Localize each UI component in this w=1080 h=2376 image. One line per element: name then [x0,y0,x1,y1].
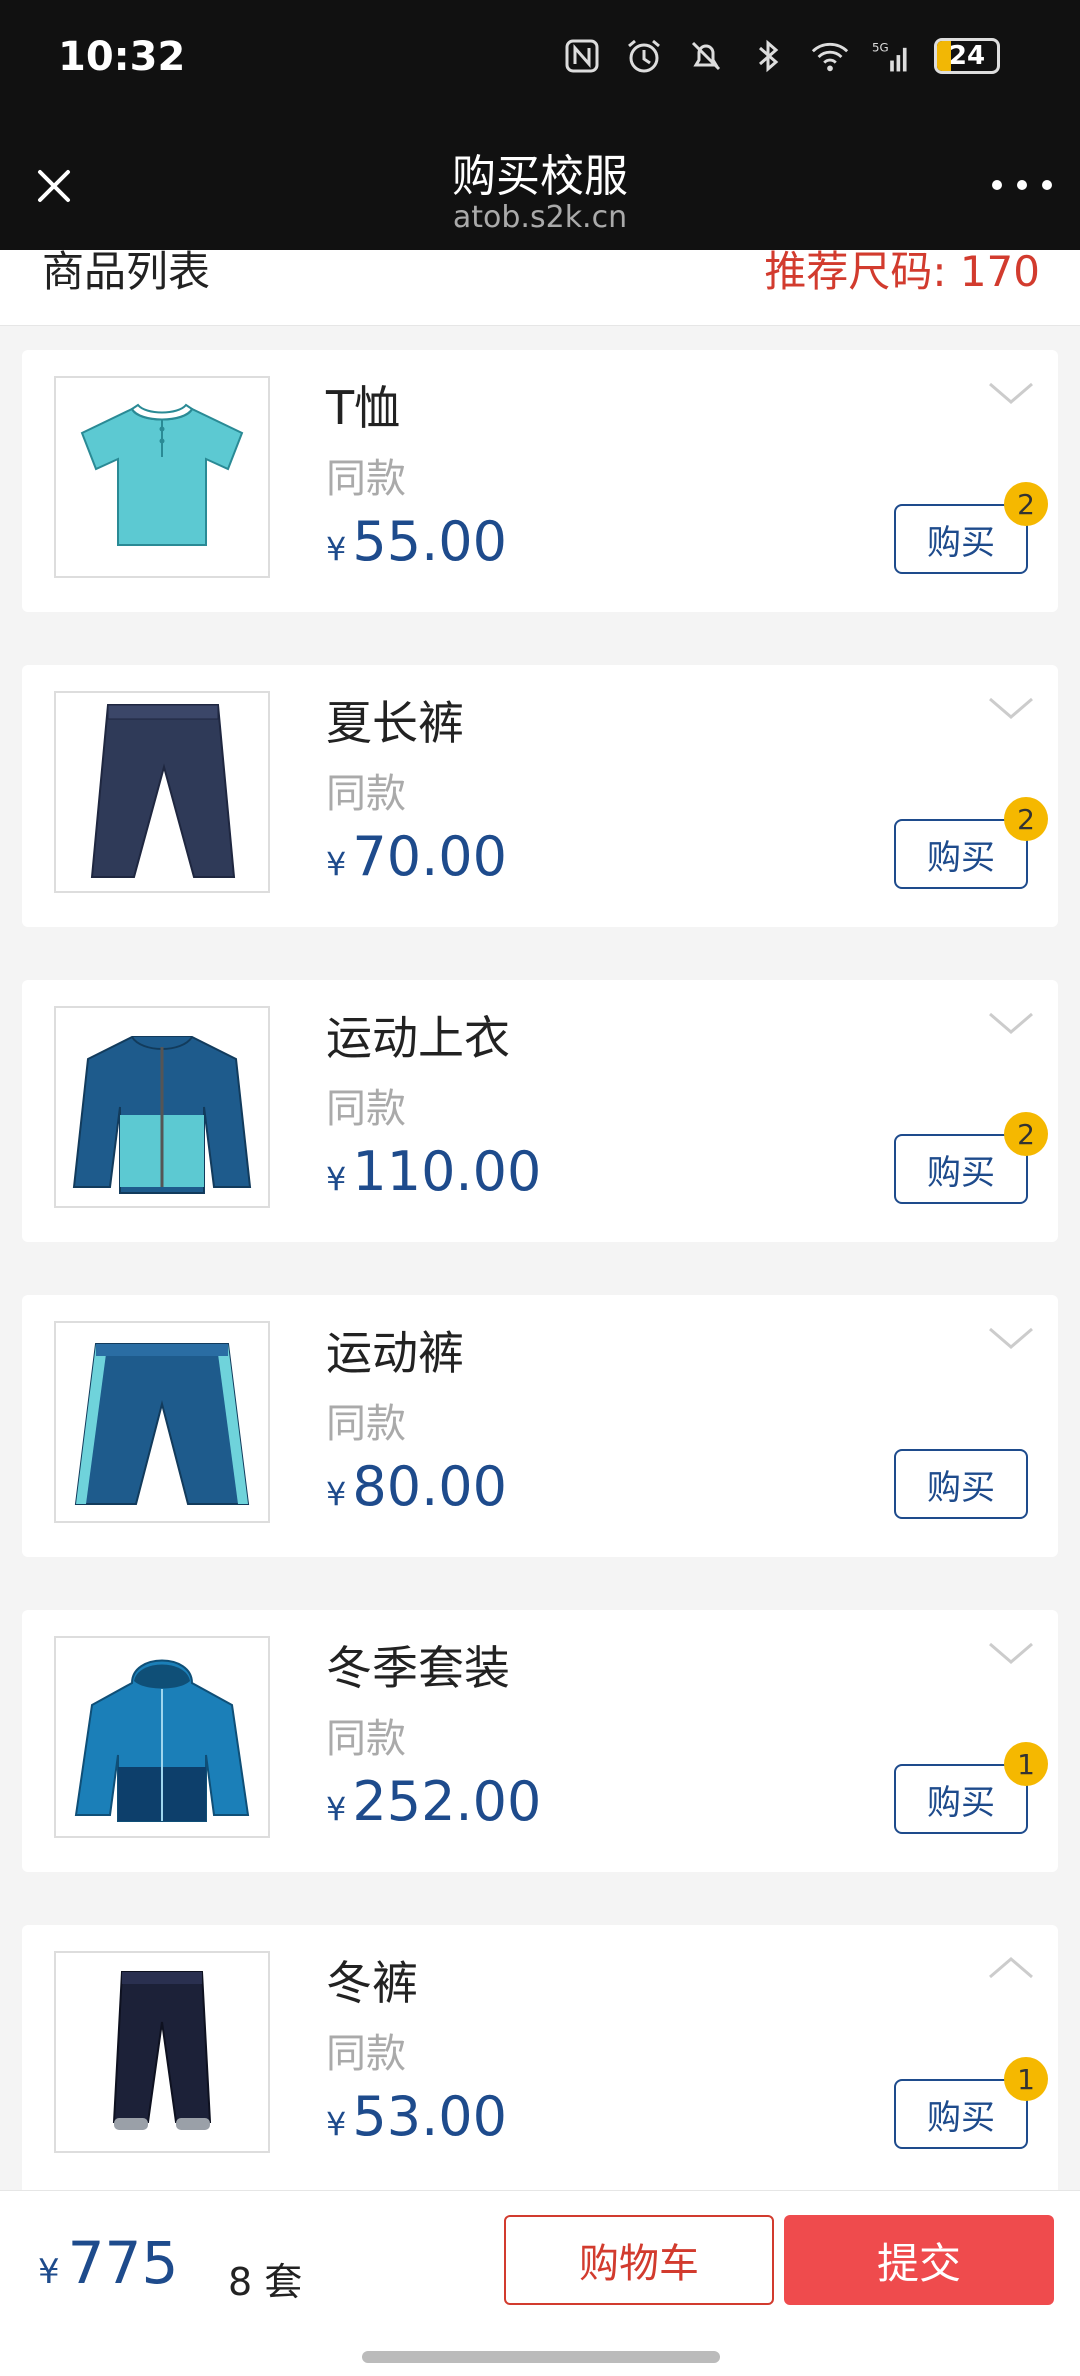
signal-5g-icon: 5G [872,36,912,76]
chevron-down-icon[interactable] [986,1008,1036,1038]
svg-text:5G: 5G [872,40,889,54]
product-image-summer-pants [54,691,270,893]
quantity-badge: 2 [1004,797,1048,841]
product-image-winter-pants [54,1951,270,2153]
more-icon[interactable] [992,170,1052,200]
product-image-tshirt [54,376,270,578]
recommended-size: 推荐尺码: 170 [764,250,1040,296]
product-card: 夏长裤 同款 ¥70.00 购买 2 [22,665,1058,927]
product-variant: 同款 [326,456,406,502]
product-price: ¥55.00 [326,510,507,573]
product-card: 运动裤 同款 ¥80.00 购买 [22,1295,1058,1557]
battery-level: 24 [948,41,986,71]
product-price: ¥110.00 [326,1140,542,1203]
page-title: 购买校服 [452,151,628,202]
section-title: 商品列表 [42,250,211,296]
item-count: 8 套 [228,2260,303,2304]
product-image-winter-set [54,1636,270,1838]
total-price: ¥775 [38,2229,179,2297]
status-time: 10:32 [58,34,186,80]
nfc-icon [562,36,602,76]
product-name: 运动上衣 [326,1011,510,1065]
battery-indicator: 24 [934,38,1000,74]
home-indicator[interactable] [362,2351,720,2363]
chevron-down-icon[interactable] [986,378,1036,408]
nav-bar: 购买校服 atob.s2k.cn [0,118,1080,250]
product-card: 运动上衣 同款 ¥110.00 购买 2 [22,980,1058,1242]
quantity-badge: 1 [1004,1742,1048,1786]
product-variant: 同款 [326,2031,406,2077]
product-name: 运动裤 [326,1326,464,1380]
status-bar: 10:32 5G 24 [0,0,1080,118]
product-variant: 同款 [326,1086,406,1132]
bluetooth-icon [748,36,788,76]
product-name: T恤 [326,381,401,435]
product-price: ¥80.00 [326,1455,507,1518]
cart-button[interactable]: 购物车 [504,2215,774,2305]
chevron-down-icon[interactable] [986,1323,1036,1353]
mute-icon [686,36,726,76]
product-variant: 同款 [326,1401,406,1447]
chevron-down-icon[interactable] [986,693,1036,723]
quantity-badge: 1 [1004,2057,1048,2101]
quantity-badge: 2 [1004,482,1048,526]
checkout-bar: ¥775 8 套 购物车 提交 [0,2190,1080,2376]
alarm-icon [624,36,664,76]
product-price: ¥70.00 [326,825,507,888]
product-image-sport-pants [54,1321,270,1523]
status-icons: 5G 24 [562,36,1000,76]
page-url: atob.s2k.cn [452,200,628,235]
chevron-up-icon[interactable] [986,1953,1036,1983]
product-image-sport-jacket [54,1006,270,1208]
buy-button[interactable]: 购买 [894,1449,1028,1519]
product-price: ¥252.00 [326,1770,542,1833]
wifi-icon [810,36,850,76]
product-variant: 同款 [326,1716,406,1762]
submit-button[interactable]: 提交 [784,2215,1054,2305]
product-name: 冬裤 [326,1956,418,2010]
section-header: 商品列表 推荐尺码: 170 [0,250,1080,326]
chevron-down-icon[interactable] [986,1638,1036,1668]
quantity-badge: 2 [1004,1112,1048,1156]
product-name: 夏长裤 [326,696,464,750]
product-price: ¥53.00 [326,2085,507,2148]
product-card: 冬裤 同款 ¥53.00 购买 1 [22,1925,1058,2201]
product-card: 冬季套装 同款 ¥252.00 购买 1 [22,1610,1058,1872]
product-name: 冬季套装 [326,1641,510,1695]
product-card: T恤 同款 ¥55.00 购买 2 [22,350,1058,612]
product-variant: 同款 [326,771,406,817]
